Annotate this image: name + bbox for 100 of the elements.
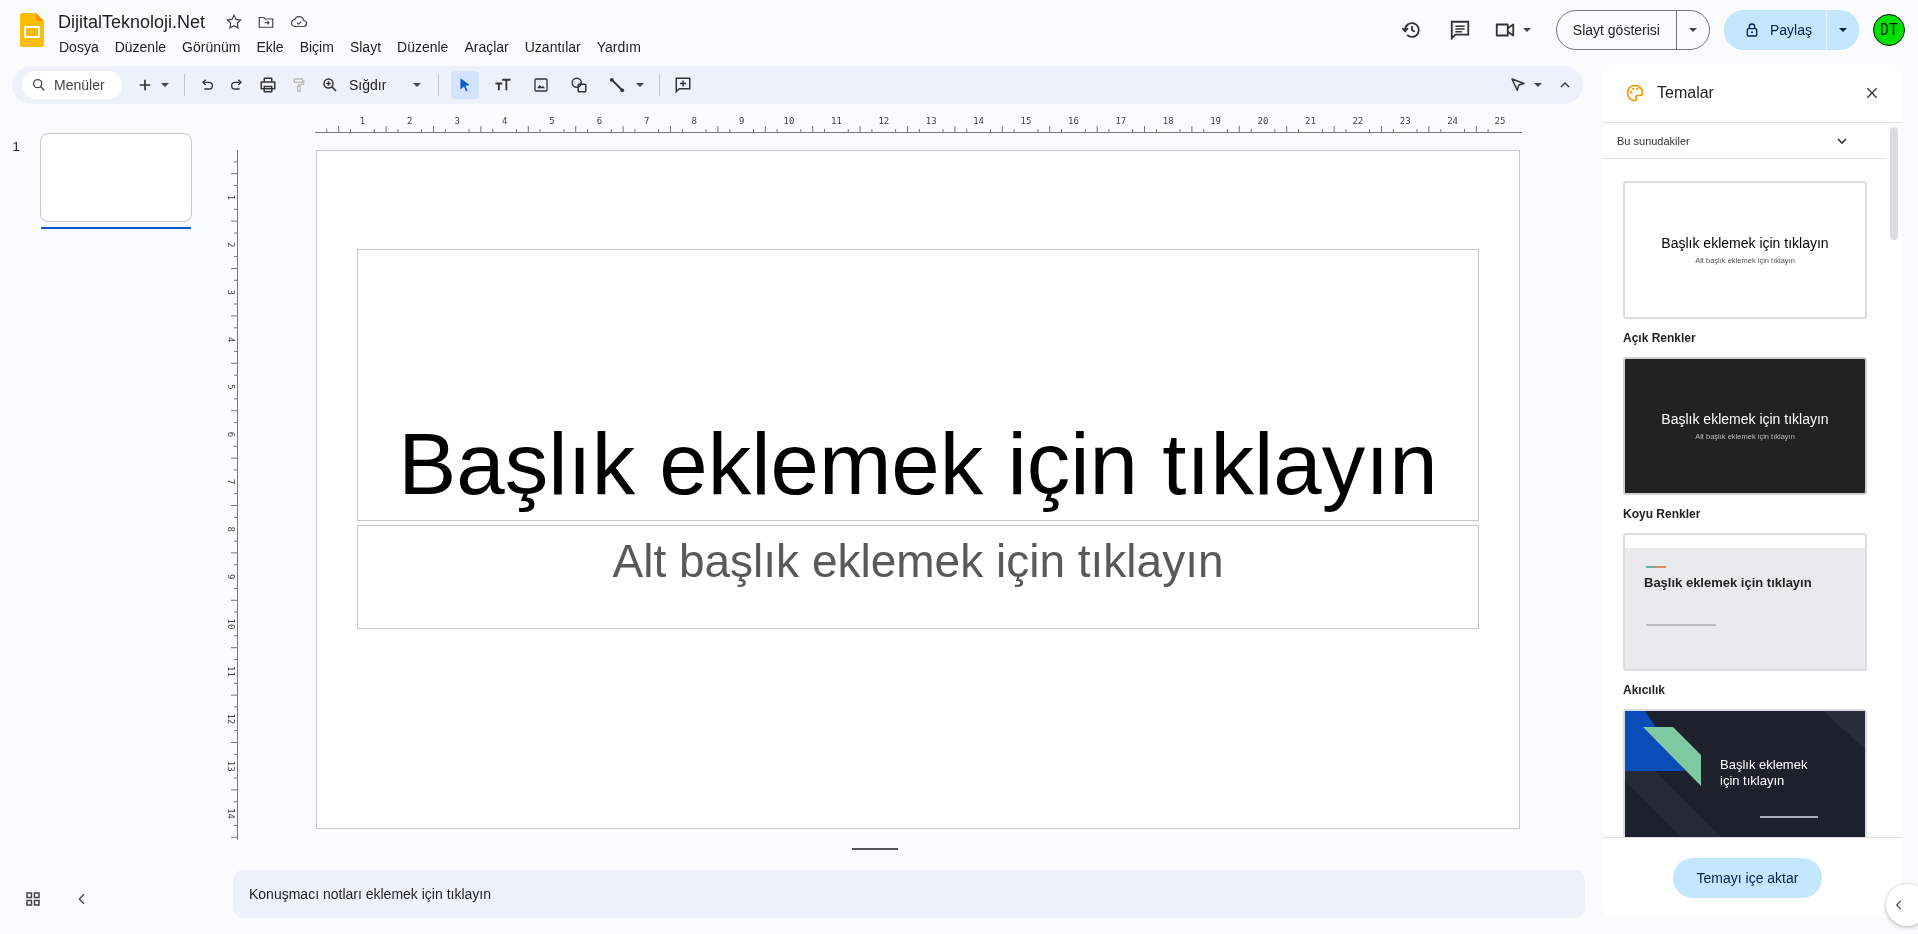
ruler-number: 9 [738, 116, 745, 126]
ruler-number: 7 [226, 479, 236, 485]
ruler-number: 16 [1068, 116, 1079, 126]
menu-item[interactable]: Düzenle [389, 37, 457, 57]
theme-preview-title: Başlık eklemek için tıklayın [1644, 575, 1812, 590]
grid-view-icon[interactable] [24, 890, 42, 908]
slide-thumbnail[interactable] [40, 133, 192, 222]
comment-icon[interactable] [1448, 19, 1471, 41]
menu-item[interactable]: Slayt [341, 37, 389, 57]
theme-name: Açık Renkler [1623, 330, 1697, 347]
ruler-number: 10 [783, 116, 795, 126]
slide-title: Başlık eklemek için tıklayın [398, 413, 1438, 514]
resize-handle[interactable] [851, 848, 898, 850]
share-button[interactable]: Paylaş [1723, 10, 1827, 50]
speaker-notes-field[interactable]: Konuşmacı notları eklemek için tıklayın [233, 870, 1585, 918]
ruler-number: 8 [691, 116, 697, 126]
caret-icon [1838, 25, 1848, 35]
ruler-number: 4 [226, 336, 236, 343]
import-theme-button[interactable]: Temayı içe aktar [1672, 858, 1823, 898]
ruler-number: 14 [973, 116, 984, 126]
menu-item[interactable]: Uzantılar [516, 37, 589, 57]
scrollbar[interactable] [1890, 127, 1898, 240]
ruler-number: 5 [549, 116, 555, 126]
ruler-number: 18 [1162, 116, 1174, 126]
menu-item[interactable]: Ekle [248, 37, 292, 57]
caret-icon[interactable] [1533, 80, 1543, 90]
panel-title: Temalar [1657, 84, 1715, 102]
title-placeholder[interactable]: Başlık eklemek için tıklayın [357, 249, 1479, 521]
menu-search-field[interactable]: Menüler [22, 71, 122, 99]
ruler-number: 22 [1352, 116, 1364, 126]
slide-number: 1 [11, 138, 21, 156]
ruler-number: 20 [1257, 116, 1269, 126]
ruler-number: 13 [226, 760, 236, 772]
undo-icon[interactable] [199, 77, 215, 93]
subtitle-line [1646, 624, 1716, 626]
ruler-number: 2 [407, 116, 413, 126]
ruler-number: 15 [1020, 116, 1032, 126]
ruler-number: 3 [454, 116, 460, 126]
theme-preview[interactable]: Başlık eklemek için tıklayın [1623, 709, 1867, 837]
zoom-dropdown[interactable]: Sığdır [347, 77, 425, 93]
ruler-number: 12 [226, 713, 236, 725]
ruler-number: 14 [226, 808, 236, 819]
menu-item[interactable]: Araçlar [456, 37, 517, 57]
ruler-number: 4 [501, 116, 508, 126]
theme-preview[interactable]: Başlık eklemek için tıklayın [1623, 533, 1867, 671]
ruler-number: 11 [226, 666, 236, 677]
palette-icon [1625, 83, 1645, 103]
caret-icon [412, 80, 423, 90]
ruler-number: 7 [644, 116, 650, 126]
star-icon[interactable] [225, 13, 244, 31]
menu-item[interactable]: Düzenle [106, 37, 175, 57]
line-icon [608, 76, 627, 94]
document-title[interactable]: DijitalTeknoloji.Net [58, 11, 206, 33]
add-comment-icon[interactable] [674, 76, 693, 94]
search-icon [31, 77, 47, 93]
caret-icon [1521, 25, 1532, 35]
ruler-number: 5 [226, 384, 236, 390]
subtitle-line [1760, 815, 1818, 818]
zoom-icon[interactable] [321, 76, 339, 94]
redo-icon[interactable] [229, 77, 245, 93]
ruler-number: 25 [1494, 116, 1506, 126]
history-icon[interactable] [1400, 19, 1423, 41]
theme-preview-title: Başlık eklemek için tıklayın [1661, 235, 1829, 251]
theme-preview-title: Başlık eklemek için tıklayın [1661, 411, 1829, 427]
caret-icon[interactable] [635, 80, 646, 90]
caret-icon [1687, 25, 1698, 35]
ruler-number: 17 [1115, 116, 1127, 126]
caret-icon[interactable] [160, 80, 170, 90]
ruler-number: 10 [226, 618, 236, 630]
avatar[interactable]: DT [1873, 14, 1905, 46]
accent-line-icon [1646, 566, 1666, 568]
theme-preview-title: Başlık eklemek için tıklayın [1720, 757, 1809, 790]
ruler-number: 9 [226, 573, 236, 580]
theme-name: Akıcılık [1623, 682, 1667, 699]
ruler-number: 12 [878, 116, 890, 126]
ruler-number: 6 [596, 116, 603, 126]
pointer-icon[interactable] [1509, 76, 1527, 94]
menu-item[interactable]: Biçim [291, 37, 342, 57]
ruler-number: 1 [359, 116, 366, 126]
image-icon [533, 77, 550, 93]
menu-item[interactable]: Dosya [58, 37, 107, 57]
ruler-number: 11 [831, 116, 842, 126]
menu-item[interactable]: Yardım [588, 37, 649, 57]
ruler-number: 24 [1447, 116, 1458, 126]
ruler-number: 1 [226, 194, 236, 201]
print-icon[interactable] [259, 76, 277, 94]
ruler-number: 3 [226, 289, 236, 295]
ruler-number: 8 [226, 526, 236, 532]
subtitle-placeholder[interactable]: Alt başlık eklemek için tıklayın [357, 525, 1479, 629]
slide-canvas[interactable]: Başlık eklemek için tıklayın Alt başlık eklemek için tıklayın [316, 150, 1520, 829]
ruler-number: 21 [1305, 116, 1316, 126]
close-icon[interactable] [1864, 85, 1880, 101]
select-tool[interactable] [451, 71, 480, 99]
ruler-number: 23 [1399, 116, 1411, 126]
menu-item[interactable]: Görünüm [174, 37, 249, 57]
ruler-number: 2 [226, 242, 236, 248]
ruler-number: 6 [226, 431, 236, 438]
shapes-icon [570, 76, 589, 94]
theme-filter-dropdown[interactable]: Bu sunudakiler [1603, 123, 1886, 159]
ruler-number: 13 [925, 116, 937, 126]
